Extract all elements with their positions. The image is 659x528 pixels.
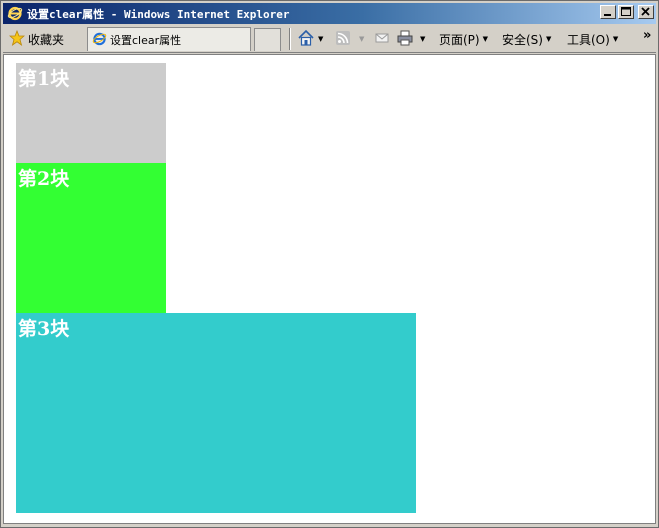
block-3: 第3块: [16, 313, 416, 513]
block-2-label: 第2块: [18, 168, 70, 190]
window-title: 设置clear属性 - Windows Internet Explorer: [27, 8, 290, 21]
tools-dropdown-icon: ▼: [612, 35, 619, 43]
print-button[interactable]: ▼: [396, 29, 425, 49]
block-1-label: 第1块: [18, 68, 70, 90]
block-1: 第1块: [16, 63, 166, 163]
favorites-label: 收藏夹: [28, 32, 65, 47]
star-icon: [8, 29, 26, 49]
home-icon: [297, 29, 315, 50]
block-2: 第2块: [16, 163, 166, 313]
mail-icon: [374, 30, 390, 49]
feeds-button[interactable]: ▼: [335, 29, 364, 49]
toolbar-separator: [289, 28, 291, 50]
maximize-button[interactable]: [618, 5, 634, 19]
print-dropdown-icon[interactable]: ▼: [420, 35, 425, 43]
rss-icon: [335, 30, 351, 49]
browser-window: 设置clear属性 - Windows Internet Explorer 收藏…: [0, 0, 659, 528]
chevron-right-double-icon: »: [643, 27, 652, 43]
ie-tab-icon: [92, 31, 107, 49]
tab-title: 设置clear属性: [110, 33, 182, 47]
page-menu-label: 页面(P): [439, 32, 480, 47]
tools-menu[interactable]: 工具(O) ▼: [567, 29, 618, 49]
printer-icon: [396, 29, 414, 50]
close-icon: [641, 7, 650, 16]
maximize-icon: [621, 7, 631, 16]
title-bar[interactable]: 设置clear属性 - Windows Internet Explorer: [3, 3, 656, 24]
page-menu[interactable]: 页面(P) ▼: [439, 29, 488, 49]
favorites-button[interactable]: 收藏夹: [8, 29, 65, 49]
close-button[interactable]: [638, 5, 654, 19]
home-dropdown-icon[interactable]: ▼: [318, 35, 323, 43]
new-tab-button[interactable]: [254, 28, 281, 51]
safety-menu-label: 安全(S): [502, 32, 543, 47]
tools-menu-label: 工具(O): [567, 32, 610, 47]
command-toolbar: 收藏夹 设置clear属性 ▼ ▼ ▼ 页面(P) ▼ 安全(S) ▼ 工具(O…: [3, 25, 656, 53]
home-button[interactable]: ▼: [297, 29, 323, 49]
mail-button[interactable]: [374, 29, 390, 49]
toolbar-overflow-button[interactable]: »: [643, 25, 651, 45]
safety-menu[interactable]: 安全(S) ▼: [502, 29, 551, 49]
minimize-icon: [604, 14, 611, 16]
ie-logo-icon: [7, 5, 23, 21]
block-3-label: 第3块: [18, 318, 70, 340]
page-dropdown-icon: ▼: [482, 35, 488, 43]
safety-dropdown-icon: ▼: [545, 35, 552, 43]
tab-active[interactable]: 设置clear属性: [87, 27, 251, 51]
minimize-button[interactable]: [600, 5, 616, 19]
feeds-dropdown-icon[interactable]: ▼: [359, 35, 364, 43]
page-viewport: 第1块 第2块 第3块: [3, 54, 656, 524]
